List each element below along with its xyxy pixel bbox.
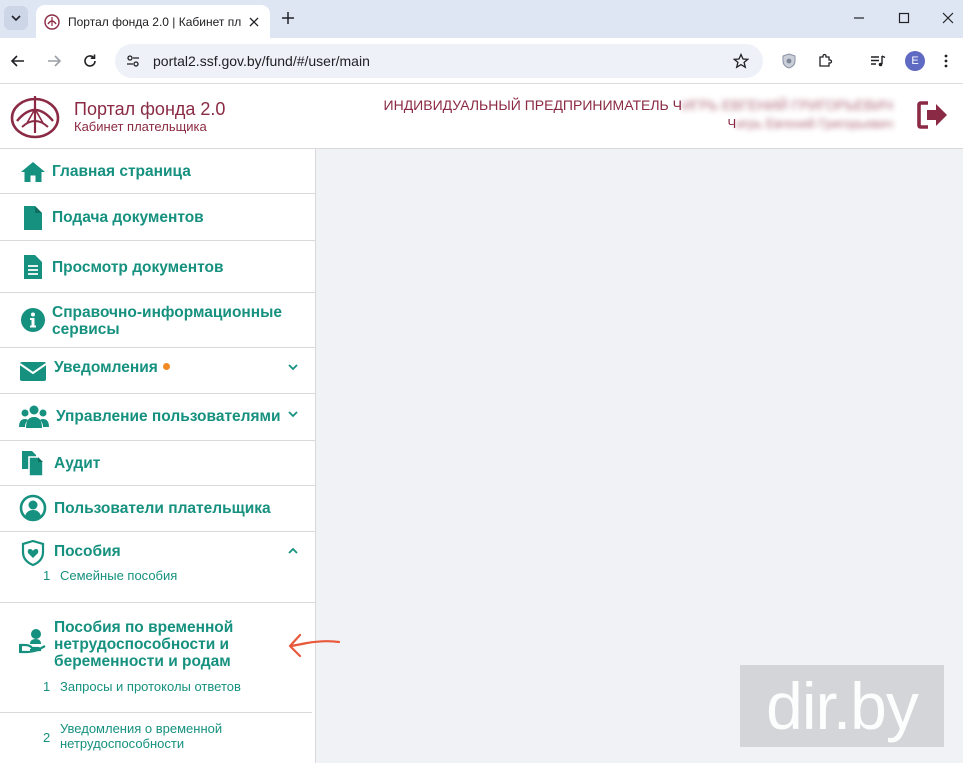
sidebar-item-info-services[interactable]: Справочно-информационные сервисы [0,293,315,348]
submenu-label: Уведомления о временной нетрудоспособнос… [60,721,223,751]
tab-title: Портал фонда 2.0 | Кабинет пл [68,14,242,29]
chevron-down-icon [288,364,298,371]
submenu-requests-protocols[interactable]: 1 Запросы и протоколы ответов [0,679,312,699]
sidebar-item-label: Пользователи плательщика [54,500,271,517]
browser-tabstrip: Портал фонда 2.0 | Кабинет пл [0,0,963,38]
puzzle-icon [819,53,833,67]
fund-logo-icon [44,13,60,30]
submenu-label: Семейные пособия [60,568,178,583]
sidebar-item-label: Пособия по временной нетрудоспособности … [54,619,234,670]
reload-icon [84,54,96,67]
portal-title: Портал фонда 2.0 [74,99,226,119]
logout-icon[interactable] [916,100,950,130]
notification-badge [162,363,170,371]
home-icon [21,162,45,182]
sidebar-item-label: Просмотр документов [52,259,224,276]
maximize-button[interactable] [892,6,916,30]
info-icon [21,308,45,332]
sidebar-item-notifications[interactable]: Уведомления [0,348,315,394]
url-text: portal2.ssf.gov.by/fund/#/user/main [153,53,370,69]
arrow-left-icon [10,55,24,67]
browser-tab[interactable]: Портал фонда 2.0 | Кабинет пл [36,5,270,38]
extensions-button[interactable] [813,49,837,73]
sidebar-nav: Главная страница Подача документов Просм… [0,149,316,763]
sidebar-item-label: Главная страница [52,163,191,180]
sidebar-item-label: Справочно-информационные сервисы [52,304,283,338]
company-name: ИНДИВИДУАЛЬНЫЙ ПРЕДПРИНИМАТЕЛЬ ЧИГРЬ ЕВГ… [383,97,893,113]
new-tab-button[interactable] [278,8,298,28]
sidebar-item-home[interactable]: Главная страница [0,149,315,194]
chevron-down-icon [288,411,298,418]
submenu-number: 1 [43,679,51,694]
shield-extension-icon [782,53,796,69]
arrow-right-icon [48,55,62,67]
profile-avatar[interactable]: E [905,51,925,71]
sidebar-item-label: Подача документов [52,209,204,226]
sidebar-item-payer-users[interactable]: Пользователи плательщика [0,486,315,532]
back-button[interactable] [6,49,30,73]
address-bar[interactable]: portal2.ssf.gov.by/fund/#/user/main [115,44,763,78]
portal-subtitle: Кабинет плательщика [74,119,207,134]
more-vertical-icon [944,54,948,68]
close-tab-icon[interactable] [246,14,262,30]
sidebar-item-audit[interactable]: Аудит [0,441,315,486]
submenu-label: Запросы и протоколы ответов [60,679,241,694]
submenu-disability-notifications[interactable]: 2 Уведомления о временной нетрудоспособн… [0,721,312,755]
browser-menu-button[interactable] [934,49,958,73]
site-settings-icon[interactable] [119,47,147,75]
chevron-down-icon [11,15,21,22]
minimize-icon [854,17,864,19]
bookmark-star-icon[interactable] [729,49,753,73]
extension-shield-button[interactable] [777,49,801,73]
submenu-divider [0,712,312,713]
submenu-number: 2 [43,730,51,745]
shield-heart-icon [21,539,45,567]
plus-icon [282,12,294,24]
close-icon [942,12,954,24]
sidebar-item-benefits[interactable]: Пособия 1 Семейные пособия [0,532,315,603]
sidebar-item-label: Аудит [54,455,101,472]
sidebar-item-submit-documents[interactable]: Подача документов [0,194,315,241]
users-icon [19,405,49,428]
envelope-icon [19,362,47,381]
document-icon [24,206,42,230]
sidebar-item-label: Уведомления [54,359,170,376]
browser-toolbar: portal2.ssf.gov.by/fund/#/user/main E [0,38,963,84]
forward-button[interactable] [42,49,66,73]
person-name: Чигрь Евгений Григорьевич [727,116,893,131]
document-lines-icon [24,255,42,279]
sidebar-item-disability-benefits[interactable]: Пособия по временной нетрудоспособности … [0,603,315,763]
maximize-icon [898,12,910,24]
annotation-arrow-icon [288,633,341,658]
copy-document-icon [22,451,44,477]
chevron-up-icon [288,547,298,554]
hand-user-icon [19,629,46,654]
sidebar-item-label: Управление пользователями [56,408,281,425]
watermark-logo: dir.by [740,665,944,747]
reload-button[interactable] [78,49,102,73]
music-list-icon [871,55,886,67]
submenu-number: 1 [43,568,51,583]
minimize-button[interactable] [847,6,871,30]
user-circle-icon [19,494,47,522]
sidebar-item-label: Пособия [54,543,121,560]
sidebar-item-view-documents[interactable]: Просмотр документов [0,241,315,293]
submenu-family-benefits[interactable]: 1 Семейные пособия [0,568,312,588]
app-header: Портал фонда 2.0 Кабинет плательщика ИНД… [0,85,963,149]
sidebar-item-user-management[interactable]: Управление пользователями [0,394,315,441]
tab-search-button[interactable] [4,6,28,30]
media-control-button[interactable] [866,49,890,73]
close-window-button[interactable] [936,6,960,30]
fund-logo [10,96,60,139]
